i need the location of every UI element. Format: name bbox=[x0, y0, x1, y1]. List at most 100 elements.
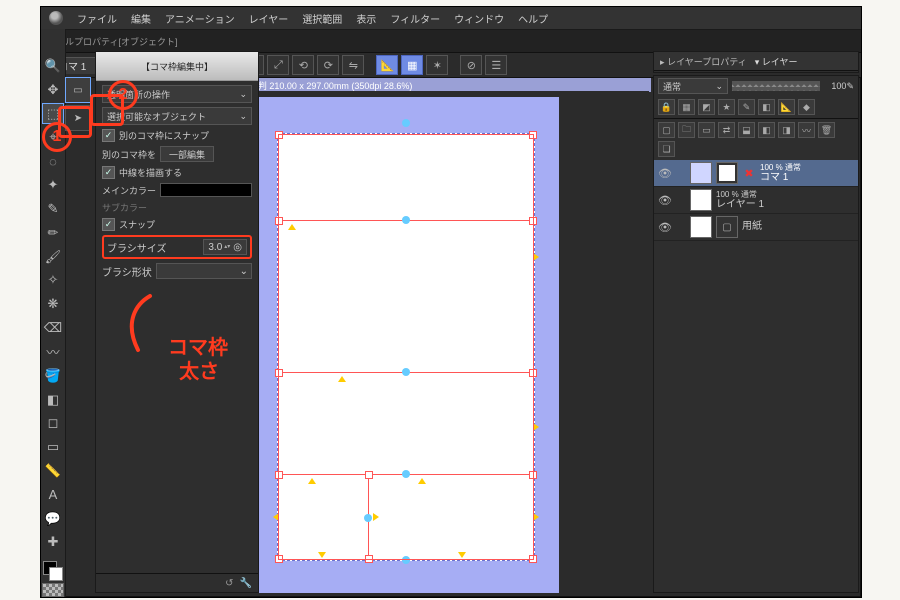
brush-size-stepper[interactable]: ▴▾ bbox=[224, 241, 231, 253]
layer-lockpixel-icon[interactable]: ▦ bbox=[678, 99, 695, 115]
split-indicator-icon[interactable] bbox=[533, 423, 539, 431]
layer-mask-icon[interactable]: ◧ bbox=[758, 99, 775, 115]
menu-selection[interactable]: 選択範囲 bbox=[302, 11, 342, 26]
rotate-handle-icon[interactable] bbox=[402, 119, 410, 127]
opacity-slider[interactable] bbox=[732, 81, 820, 91]
cmd-rotate-cw-icon[interactable]: ⟳ bbox=[317, 55, 339, 75]
layer-color-icon[interactable]: ◆ bbox=[798, 99, 815, 115]
snap-checkbox[interactable]: ✓ bbox=[102, 218, 115, 231]
subtool-object-icon[interactable]: ▭ bbox=[65, 77, 91, 103]
menu-layer[interactable]: レイヤー bbox=[249, 11, 289, 26]
cmd-settings-icon[interactable]: ☰ bbox=[485, 55, 507, 75]
resize-handle[interactable] bbox=[529, 369, 537, 377]
menu-window[interactable]: ウィンドウ bbox=[454, 11, 504, 26]
resize-handle[interactable] bbox=[275, 471, 283, 479]
menu-file[interactable]: ファイル bbox=[77, 11, 117, 26]
reset-icon[interactable]: ↺ bbox=[225, 578, 233, 589]
split-indicator-icon[interactable] bbox=[273, 513, 279, 521]
tool-eraser-icon[interactable]: ⌫ bbox=[42, 317, 64, 339]
tool-gradient-icon[interactable]: ◧ bbox=[42, 389, 64, 411]
new-frame-icon[interactable]: ▭ bbox=[698, 122, 715, 138]
split-indicator-icon[interactable] bbox=[418, 478, 426, 484]
resize-handle[interactable] bbox=[529, 555, 537, 563]
visibility-icon[interactable]: 👁 bbox=[658, 220, 672, 234]
snap-other-checkbox[interactable]: ✓ bbox=[102, 129, 115, 142]
cmd-clear-icon[interactable]: ⊘ bbox=[460, 55, 482, 75]
tool-frame-icon[interactable]: ▭ bbox=[42, 436, 64, 458]
split-indicator-icon[interactable] bbox=[338, 376, 346, 382]
background-swatch[interactable] bbox=[49, 567, 63, 581]
layer-ref-icon[interactable]: ★ bbox=[718, 99, 735, 115]
canvas-area[interactable] bbox=[259, 91, 649, 593]
two-windows-icon[interactable]: ❏ bbox=[658, 141, 675, 157]
mask-apply-icon[interactable]: ◨ bbox=[778, 122, 795, 138]
main-color-swatch[interactable] bbox=[160, 183, 252, 197]
tab-layer-property[interactable]: ▸ レイヤープロパティ bbox=[660, 55, 747, 68]
visibility-icon[interactable]: 👁 bbox=[658, 193, 672, 207]
cmd-rotate-ccw-icon[interactable]: ⟲ bbox=[292, 55, 314, 75]
wrench-icon[interactable]: 🔧 bbox=[240, 578, 252, 589]
ruler-new-icon[interactable]: 〰 bbox=[798, 122, 815, 138]
resize-handle[interactable] bbox=[275, 555, 283, 563]
split-indicator-icon[interactable] bbox=[308, 478, 316, 484]
brush-size-link-icon[interactable]: ◎ bbox=[233, 242, 242, 253]
delete-layer-icon[interactable]: 🗑 bbox=[818, 122, 835, 138]
new-folder-icon[interactable]: 🗀 bbox=[678, 122, 695, 138]
tool-fill-icon[interactable]: 🪣 bbox=[42, 365, 64, 387]
split-indicator-icon[interactable] bbox=[533, 253, 539, 261]
cmd-snap-ruler-icon[interactable]: 📐 bbox=[376, 55, 398, 75]
edge-handle[interactable] bbox=[402, 470, 410, 478]
tool-text-icon[interactable]: A bbox=[42, 484, 64, 506]
transparent-swatch[interactable] bbox=[42, 583, 64, 597]
edge-handle[interactable] bbox=[402, 216, 410, 224]
layer-row[interactable]: 👁 ✖ 100 % 通常コマ 1 bbox=[654, 160, 858, 187]
tool-ruler-icon[interactable]: 📏 bbox=[42, 460, 64, 482]
edge-handle[interactable] bbox=[402, 368, 410, 376]
resize-handle[interactable] bbox=[529, 471, 537, 479]
layer-lock-icon[interactable]: 🔒 bbox=[658, 99, 675, 115]
resize-handle[interactable] bbox=[275, 131, 283, 139]
tool-autoSelect-icon[interactable]: ✦ bbox=[42, 174, 64, 196]
cmd-fit-icon[interactable]: ⤢ bbox=[267, 55, 289, 75]
tool-pencil-icon[interactable]: ✏ bbox=[42, 222, 64, 244]
menu-help[interactable]: ヘルプ bbox=[518, 11, 548, 26]
color-swatches[interactable] bbox=[43, 561, 63, 581]
tool-balloon-icon[interactable]: 💬 bbox=[42, 508, 64, 530]
layer-draft-icon[interactable]: ✎ bbox=[738, 99, 755, 115]
tool-deco-icon[interactable]: ❋ bbox=[42, 293, 64, 315]
layer-clip-icon[interactable]: ◩ bbox=[698, 99, 715, 115]
split-indicator-icon[interactable] bbox=[373, 513, 379, 521]
tool-zoom-icon[interactable]: 🔍 bbox=[42, 55, 64, 77]
cmd-snap-special-icon[interactable]: ✶ bbox=[426, 55, 448, 75]
tool-correct-icon[interactable]: ✚ bbox=[42, 532, 64, 554]
tab-layer[interactable]: ▾ レイヤー bbox=[755, 55, 798, 68]
new-layer-icon[interactable]: ▢ bbox=[658, 122, 675, 138]
brush-shape-select[interactable]: ⌄ bbox=[156, 263, 252, 279]
comic-page[interactable] bbox=[277, 133, 535, 561]
layer-ruler-icon[interactable]: 📐 bbox=[778, 99, 795, 115]
split-indicator-icon[interactable] bbox=[318, 552, 326, 558]
resize-handle[interactable] bbox=[365, 555, 373, 563]
resize-handle[interactable] bbox=[365, 471, 373, 479]
cmd-snap-grid-icon[interactable]: ▦ bbox=[401, 55, 423, 75]
mask-new-icon[interactable]: ◧ bbox=[758, 122, 775, 138]
split-indicator-icon[interactable] bbox=[288, 224, 296, 230]
tool-pen-icon[interactable]: ✎ bbox=[42, 198, 64, 220]
split-indicator-icon[interactable] bbox=[458, 552, 466, 558]
visibility-icon[interactable]: 👁 bbox=[658, 166, 672, 180]
merge-icon[interactable]: ⬓ bbox=[738, 122, 755, 138]
cmd-flip-h-icon[interactable]: ⇋ bbox=[342, 55, 364, 75]
layer-row[interactable]: 👁 ▢ 用紙 bbox=[654, 214, 858, 241]
tool-move-icon[interactable]: ✥ bbox=[42, 79, 64, 101]
tool-brush-icon[interactable]: 🖌 bbox=[42, 246, 64, 268]
resize-handle[interactable] bbox=[529, 131, 537, 139]
brush-size-input[interactable]: 3.0 ▴▾ ◎ bbox=[203, 239, 247, 255]
tool-blend-icon[interactable]: 〰 bbox=[42, 341, 64, 363]
resize-handle[interactable] bbox=[529, 217, 537, 225]
tool-figure-icon[interactable]: ◻ bbox=[42, 412, 64, 434]
edge-handle[interactable] bbox=[364, 514, 372, 522]
blend-mode-select[interactable]: 通常⌄ bbox=[658, 78, 728, 94]
resize-handle[interactable] bbox=[275, 369, 283, 377]
split-indicator-icon[interactable] bbox=[533, 513, 539, 521]
tool-airbrush-icon[interactable]: ✧ bbox=[42, 269, 64, 291]
